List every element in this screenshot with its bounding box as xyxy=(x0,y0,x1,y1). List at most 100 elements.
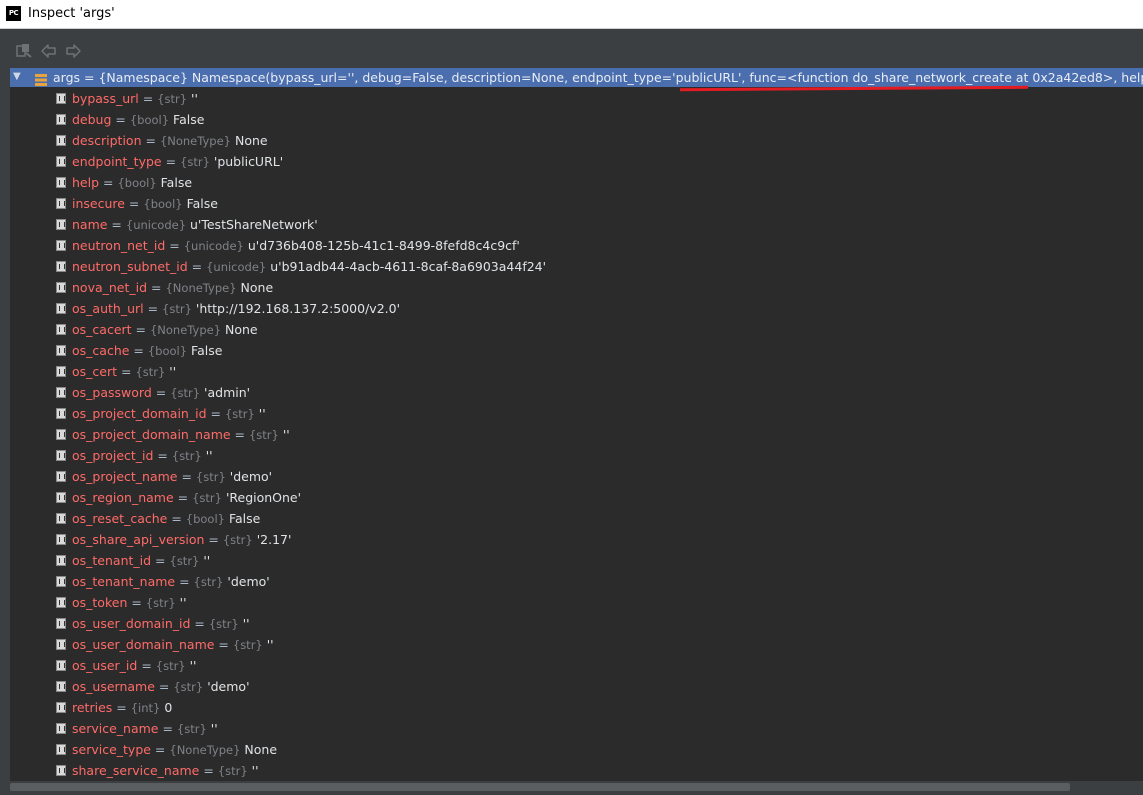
field-name: neutron_subnet_id xyxy=(72,259,188,274)
field-icon xyxy=(56,513,66,524)
field-type: {unicode} xyxy=(125,218,187,232)
field-value: '' xyxy=(189,658,197,673)
restore-layout-icon[interactable] xyxy=(16,43,34,59)
tree-row-text: os_project_domain_id = {str} '' xyxy=(72,406,266,421)
field-value: 'demo' xyxy=(227,574,270,589)
tree-row[interactable]: os_reset_cache = {bool} False xyxy=(10,509,1143,530)
tree-children: bypass_url = {str} '' debug = {bool} Fals… xyxy=(10,89,1143,781)
field-value: '' xyxy=(203,553,211,568)
tree-row-text: service_type = {NoneType} None xyxy=(72,742,278,757)
tree-row[interactable]: os_share_api_version = {str} '2.17' xyxy=(10,530,1143,551)
tree-row-text: os_share_api_version = {str} '2.17' xyxy=(72,532,292,547)
tree-row-text: os_auth_url = {str} 'http://192.168.137.… xyxy=(72,301,401,316)
tree-row-text: os_user_id = {str} '' xyxy=(72,658,197,673)
tree-row-text: share_service_name = {str} '' xyxy=(72,763,259,778)
field-type: {str} xyxy=(217,764,248,778)
tree-row[interactable]: bypass_url = {str} '' xyxy=(10,89,1143,110)
tree-row-text: os_cacert = {NoneType} None xyxy=(72,322,258,337)
field-type: {bool} xyxy=(117,176,157,190)
field-name: os_tenant_name xyxy=(72,574,176,589)
forward-arrow-icon[interactable] xyxy=(64,43,82,59)
field-type: {str} xyxy=(176,722,207,736)
tree-row[interactable]: os_cert = {str} '' xyxy=(10,362,1143,383)
tree-row[interactable]: os_project_domain_id = {str} '' xyxy=(10,404,1143,425)
tree-row[interactable]: neutron_subnet_id = {unicode} u'b91adb44… xyxy=(10,257,1143,278)
field-value: False xyxy=(160,175,193,190)
tree-row[interactable]: debug = {bool} False xyxy=(10,110,1143,131)
field-icon xyxy=(56,723,66,734)
horizontal-scrollbar[interactable] xyxy=(10,781,1143,793)
tree-row[interactable]: os_user_domain_name = {str} '' xyxy=(10,635,1143,656)
tree-row-text: bypass_url = {str} '' xyxy=(72,91,198,106)
field-name: help xyxy=(72,175,100,190)
tree-row[interactable]: os_region_name = {str} 'RegionOne' xyxy=(10,488,1143,509)
field-name: debug xyxy=(72,112,112,127)
tree-row[interactable]: os_project_id = {str} '' xyxy=(10,446,1143,467)
field-icon xyxy=(56,471,66,482)
tree-row[interactable]: help = {bool} False xyxy=(10,173,1143,194)
tree-row[interactable]: os_project_name = {str} 'demo' xyxy=(10,467,1143,488)
field-type: {NoneType} xyxy=(169,743,241,757)
variable-tree[interactable]: ▼ args = {Namespace} Namespace(bypass_ur… xyxy=(10,68,1143,781)
expand-arrow-icon[interactable]: ▼ xyxy=(13,71,21,83)
field-name: os_reset_cache xyxy=(72,511,168,526)
field-name: os_token xyxy=(72,595,128,610)
field-icon xyxy=(56,219,66,230)
scrollbar-thumb[interactable] xyxy=(10,783,1070,791)
field-type: {str} xyxy=(169,554,200,568)
tree-row[interactable]: os_auth_url = {str} 'http://192.168.137.… xyxy=(10,299,1143,320)
field-name: service_type xyxy=(72,742,151,757)
tree-row[interactable]: endpoint_type = {str} 'publicURL' xyxy=(10,152,1143,173)
field-name: os_cert xyxy=(72,364,118,379)
field-icon xyxy=(56,597,66,608)
field-name: os_tenant_id xyxy=(72,553,152,568)
tree-row[interactable]: service_name = {str} '' xyxy=(10,719,1143,740)
tree-row[interactable]: description = {NoneType} None xyxy=(10,131,1143,152)
tree-row[interactable]: os_username = {str} 'demo' xyxy=(10,677,1143,698)
tree-row[interactable]: os_tenant_name = {str} 'demo' xyxy=(10,572,1143,593)
field-name: os_username xyxy=(72,679,155,694)
field-type: {str} xyxy=(173,680,204,694)
field-type: {bool} xyxy=(185,512,225,526)
field-icon xyxy=(56,135,66,146)
tree-row[interactable]: share_service_name = {str} '' xyxy=(10,761,1143,781)
tree-row[interactable]: os_cacert = {NoneType} None xyxy=(10,320,1143,341)
field-icon xyxy=(56,240,66,251)
tree-row[interactable]: retries = {int} 0 xyxy=(10,698,1143,719)
tree-row-text: os_project_name = {str} 'demo' xyxy=(72,469,273,484)
tree-row[interactable]: os_token = {str} '' xyxy=(10,593,1143,614)
tree-row[interactable]: os_user_id = {str} '' xyxy=(10,656,1143,677)
tree-row[interactable]: os_cache = {bool} False xyxy=(10,341,1143,362)
field-icon xyxy=(56,345,66,356)
tree-row[interactable]: service_type = {NoneType} None xyxy=(10,740,1143,761)
tree-row-text: os_token = {str} '' xyxy=(72,595,187,610)
field-icon xyxy=(56,177,66,188)
field-type: {str} xyxy=(135,365,166,379)
field-name: os_project_domain_id xyxy=(72,406,207,421)
tree-row-text: endpoint_type = {str} 'publicURL' xyxy=(72,154,284,169)
field-icon xyxy=(56,681,66,692)
tree-row[interactable]: os_password = {str} 'admin' xyxy=(10,383,1143,404)
tree-row[interactable]: insecure = {bool} False xyxy=(10,194,1143,215)
tree-row[interactable]: neutron_net_id = {unicode} u'd736b408-12… xyxy=(10,236,1143,257)
field-type: {str} xyxy=(162,302,192,316)
tree-row[interactable]: os_tenant_id = {str} '' xyxy=(10,551,1143,572)
tree-row[interactable]: os_project_domain_name = {str} '' xyxy=(10,425,1143,446)
field-value: '2.17' xyxy=(256,532,292,547)
field-value: 0 xyxy=(164,700,173,715)
field-value: 'publicURL' xyxy=(213,154,284,169)
field-value: '' xyxy=(282,427,290,442)
tree-root-row[interactable]: ▼ args = {Namespace} Namespace(bypass_ur… xyxy=(10,68,1143,87)
back-arrow-icon[interactable] xyxy=(40,43,58,59)
tree-row[interactable]: os_user_domain_id = {str} '' xyxy=(10,614,1143,635)
field-name: name xyxy=(72,217,108,232)
field-name: service_name xyxy=(72,721,159,736)
field-name: os_project_id xyxy=(72,448,154,463)
tree-row[interactable]: nova_net_id = {NoneType} None xyxy=(10,278,1143,299)
tree-row-text: os_reset_cache = {bool} False xyxy=(72,511,261,526)
tree-row[interactable]: name = {unicode} u'TestShareNetwork' xyxy=(10,215,1143,236)
field-name: neutron_net_id xyxy=(72,238,166,253)
field-icon xyxy=(56,450,66,461)
field-name: retries xyxy=(72,700,113,715)
field-name: os_user_id xyxy=(72,658,138,673)
